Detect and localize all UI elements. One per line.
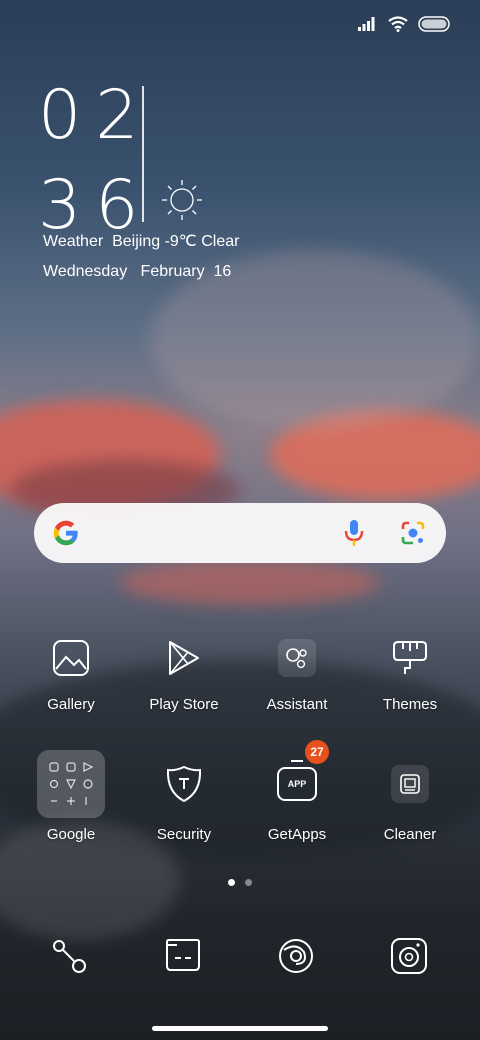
- clock-widget[interactable]: 02 36: [38, 82, 153, 240]
- google-folder-icon: [37, 750, 105, 818]
- status-bar: [358, 16, 450, 37]
- google-g-icon: [52, 519, 80, 552]
- date-day: 16: [213, 263, 232, 280]
- notification-badge: 27: [305, 740, 329, 764]
- getapps-icon-text: APP: [287, 779, 307, 789]
- app-label: Cleaner: [383, 826, 437, 843]
- play-store-icon: [154, 628, 214, 688]
- page-dot[interactable]: [245, 879, 252, 886]
- app-label: Gallery: [47, 696, 95, 713]
- weather-city: Beijing: [112, 233, 161, 250]
- app-security[interactable]: Security: [128, 750, 240, 843]
- weather-text[interactable]: Weather Beijing -9℃ Clear: [43, 231, 239, 251]
- app-google-folder[interactable]: Google: [15, 750, 127, 843]
- app-label: Google: [46, 826, 96, 843]
- signal-icon: [358, 17, 378, 36]
- page-dot-active[interactable]: [228, 879, 235, 886]
- app-label: GetApps: [267, 826, 327, 843]
- date-month: February: [140, 263, 205, 280]
- microphone-icon[interactable]: [342, 519, 366, 552]
- app-play-store[interactable]: Play Store: [128, 628, 240, 713]
- app-label: Play Store: [149, 696, 219, 713]
- security-icon: [154, 750, 214, 818]
- app-themes[interactable]: Themes: [354, 628, 466, 713]
- camera-icon[interactable]: [389, 936, 433, 980]
- app-label: Assistant: [266, 696, 328, 713]
- google-search-bar[interactable]: [34, 503, 446, 563]
- clock-hours: 02: [38, 76, 153, 155]
- date-text: Wednesday February 16: [43, 263, 231, 281]
- battery-icon: [418, 16, 450, 37]
- weather-condition: Clear: [201, 233, 240, 250]
- sun-icon: [160, 178, 204, 227]
- phone-icon[interactable]: [50, 936, 94, 980]
- weather-temp: -9℃: [164, 233, 197, 250]
- app-cleaner[interactable]: Cleaner: [354, 750, 466, 843]
- browser-icon[interactable]: [276, 936, 320, 980]
- messages-icon[interactable]: [163, 936, 207, 980]
- gallery-icon: [41, 628, 101, 688]
- home-indicator[interactable]: [152, 1026, 328, 1031]
- cleaner-icon: [380, 750, 440, 818]
- app-label: Themes: [382, 696, 438, 713]
- app-label: Security: [156, 826, 212, 843]
- lens-camera-icon[interactable]: [400, 520, 426, 551]
- date-weekday: Wednesday: [43, 263, 128, 280]
- app-gallery[interactable]: Gallery: [15, 628, 127, 713]
- weather-label: Weather: [43, 233, 104, 250]
- themes-icon: [380, 628, 440, 688]
- app-getapps[interactable]: APP 27 GetApps: [241, 740, 353, 843]
- clock-divider: [142, 86, 144, 222]
- app-assistant[interactable]: Assistant: [241, 628, 353, 713]
- wifi-icon: [388, 16, 408, 37]
- clock-minutes: 36: [38, 166, 153, 245]
- page-indicator: [228, 879, 252, 886]
- assistant-icon: [267, 628, 327, 688]
